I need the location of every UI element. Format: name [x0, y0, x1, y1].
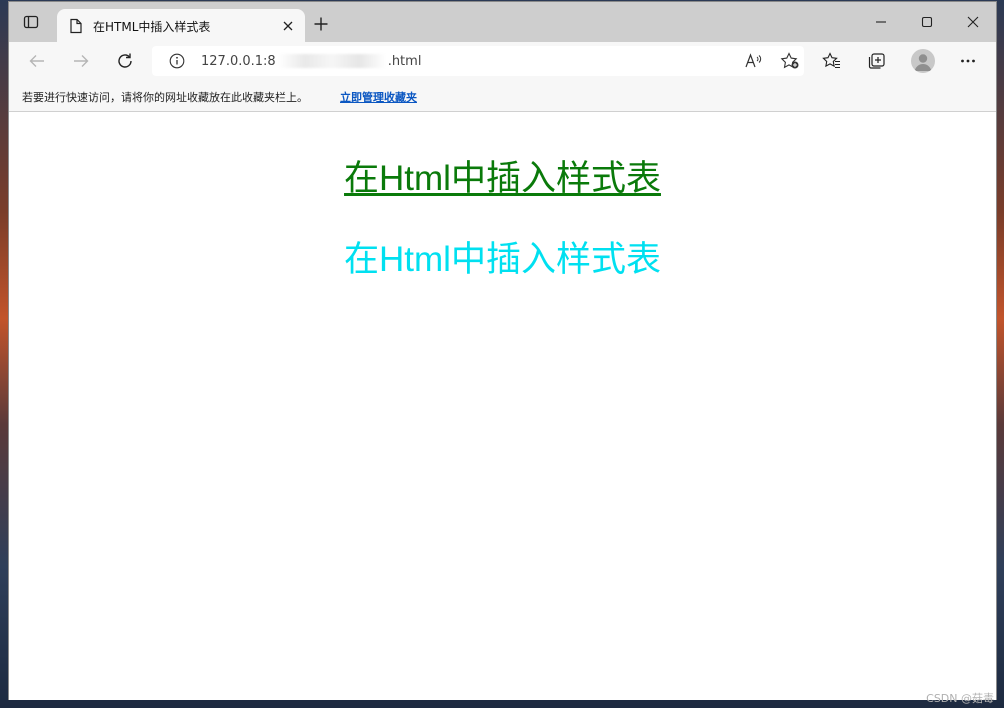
forward-button[interactable]	[70, 50, 92, 72]
close-window-icon	[967, 16, 979, 28]
tab-close-button[interactable]	[279, 17, 297, 35]
favorites-icon	[822, 52, 840, 69]
url-prefix: 127.0.0.1:8	[201, 53, 276, 69]
watermark: CSDN @菇毒	[926, 692, 994, 705]
manage-favorites-link[interactable]: 立即管理收藏夹	[340, 89, 417, 105]
add-favorite-button[interactable]	[780, 52, 800, 70]
close-window-button[interactable]	[963, 12, 983, 32]
url-suffix: .html	[387, 53, 422, 69]
info-icon[interactable]	[169, 53, 185, 69]
read-aloud-button[interactable]	[744, 52, 764, 70]
favorites-bar: 若要进行快速访问，请将你的网址收藏放在此收藏夹栏上。 立即管理收藏夹	[9, 80, 996, 112]
tab-actions-icon	[23, 15, 39, 29]
plus-icon	[314, 17, 328, 31]
refresh-icon	[118, 53, 132, 68]
page-icon	[70, 18, 82, 34]
maximize-icon	[921, 16, 933, 28]
forward-icon	[74, 55, 89, 67]
new-tab-button[interactable]	[311, 14, 331, 34]
url-text: 127.0.0.1:8 .html	[201, 53, 421, 69]
tab-title: 在HTML中插入样式表	[93, 19, 211, 34]
more-button[interactable]	[957, 50, 979, 72]
active-tab[interactable]: 在HTML中插入样式表	[57, 9, 305, 43]
navigation-toolbar: 127.0.0.1:8 .html	[9, 42, 996, 80]
refresh-button[interactable]	[114, 50, 136, 72]
page-content: 在Html中插入样式表 在Html中插入样式表	[9, 112, 996, 700]
more-icon	[961, 59, 975, 63]
heading-green: 在Html中插入样式表	[344, 159, 661, 198]
favorites-button[interactable]	[821, 50, 843, 72]
back-icon	[29, 55, 44, 67]
favorites-bar-prompt: 若要进行快速访问，请将你的网址收藏放在此收藏夹栏上。	[22, 91, 308, 104]
tab-actions-button[interactable]	[21, 12, 41, 32]
add-favorite-icon	[780, 52, 799, 69]
url-redacted-segment	[277, 54, 386, 68]
read-aloud-icon	[745, 53, 762, 68]
heading-cyan: 在Html中插入样式表	[344, 240, 661, 279]
profile-icon	[914, 54, 932, 71]
collections-icon	[868, 53, 885, 69]
collections-button[interactable]	[866, 50, 888, 72]
title-bar: 在HTML中插入样式表	[9, 2, 996, 43]
minimize-button[interactable]	[871, 12, 891, 32]
close-icon	[283, 21, 293, 31]
back-button[interactable]	[26, 50, 48, 72]
browser-window: 在HTML中插入样式表 127.0.0.1:8 .html 若要进行快速访问，请…	[8, 1, 997, 700]
minimize-icon	[876, 21, 886, 23]
maximize-button[interactable]	[917, 12, 937, 32]
address-bar[interactable]: 127.0.0.1:8 .html	[152, 46, 804, 76]
profile-button[interactable]	[911, 49, 935, 73]
